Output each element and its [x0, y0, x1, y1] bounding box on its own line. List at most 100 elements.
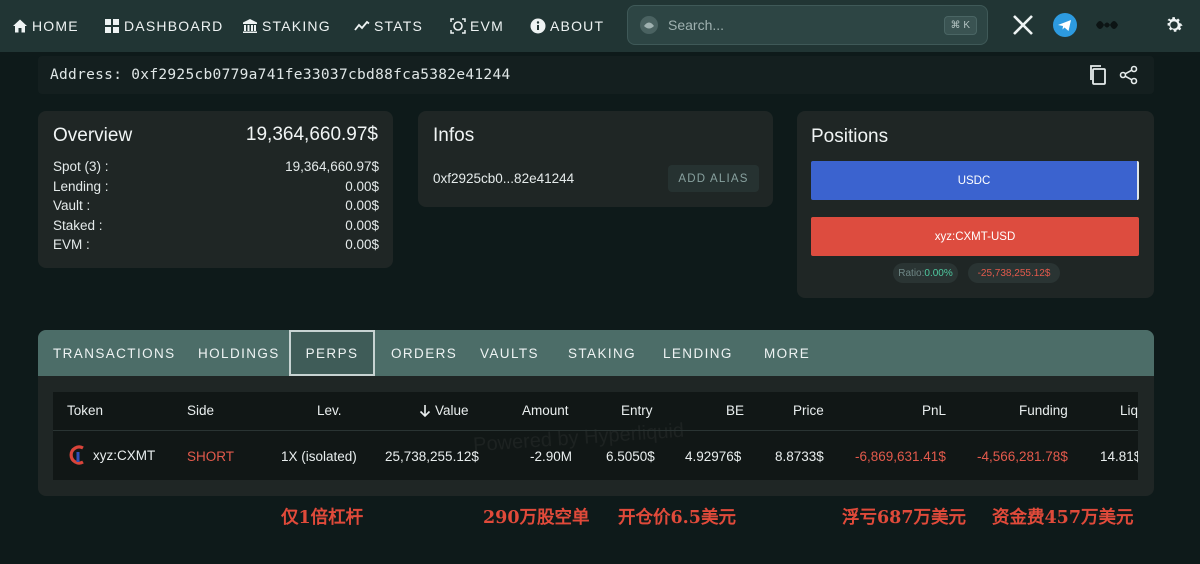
header-value[interactable]: Value — [419, 403, 469, 418]
annotation-leverage: 仅1倍杠杆 — [281, 508, 364, 528]
row-value: 0.00$ — [345, 237, 379, 253]
row-value: 0.00$ — [345, 198, 379, 214]
cell-value: 25,738,255.12$ — [385, 449, 479, 464]
add-alias-button[interactable]: ADD ALIAS — [668, 165, 759, 192]
tabs-panel: TRANSACTIONS HOLDINGS PERPS ORDERS VAULT… — [38, 330, 1154, 496]
tab-lending[interactable]: LENDING — [663, 330, 733, 376]
address-bar: Address: 0xf2925cb0779a741fe33037cbd88fc… — [38, 56, 1154, 94]
overview-row-spot: Spot (3) : 19,364,660.97$ — [53, 157, 379, 177]
cell-be: 4.92976$ — [685, 449, 742, 464]
overview-row-staked: Staked : 0.00$ — [53, 216, 379, 236]
share-icon[interactable] — [1119, 65, 1139, 90]
nav-stats[interactable]: STATS — [354, 0, 423, 52]
tab-orders[interactable]: ORDERS — [391, 330, 457, 376]
row-value: 0.00$ — [345, 217, 379, 233]
cell-lev: 1X (isolated) — [281, 449, 357, 464]
header-funding[interactable]: Funding — [1019, 403, 1068, 418]
copy-icon[interactable] — [1088, 64, 1108, 91]
header-value-label: Value — [435, 403, 469, 418]
overview-total: 19,364,660.97$ — [245, 124, 378, 145]
tabs-bar: TRANSACTIONS HOLDINGS PERPS ORDERS VAULT… — [38, 330, 1154, 376]
home-icon — [13, 19, 27, 33]
row-label: Staked : — [53, 217, 103, 233]
row-label: EVM : — [53, 237, 90, 253]
search-input[interactable]: Search... — [668, 17, 944, 33]
overview-card: Overview 19,364,660.97$ Spot (3) : 19,364… — [38, 111, 393, 268]
header-token[interactable]: Token — [67, 403, 103, 418]
nav-about[interactable]: ABOUT — [530, 0, 604, 52]
x-icon[interactable] — [1009, 11, 1037, 39]
overview-row-vault: Vault : 0.00$ — [53, 196, 379, 216]
token-name: xyz:CXMT — [93, 447, 156, 463]
bank-icon — [243, 19, 257, 33]
overview-rows: Spot (3) :19,364,660.97$ Lending :0.00$ … — [53, 157, 379, 255]
header-price[interactable]: Price — [793, 403, 824, 418]
infos-short-address: 0xf2925cb0...82e41244 — [433, 171, 575, 186]
ratio-label: Ratio: — [898, 267, 925, 279]
nav-about-label: ABOUT — [550, 18, 605, 34]
hyperliquid-icon[interactable] — [1093, 11, 1121, 39]
dashboard-icon — [105, 19, 119, 33]
header-amount[interactable]: Amount — [522, 403, 569, 418]
position-bar-cxmt[interactable]: xyz:CXMT-USD — [811, 217, 1139, 256]
nav-home[interactable]: HOME — [12, 0, 79, 52]
nav-evm-label: EVM — [470, 18, 504, 34]
cell-side: SHORT — [187, 449, 235, 464]
row-divider — [53, 430, 1138, 431]
infos-title: Infos — [433, 125, 475, 146]
tab-holdings[interactable]: HOLDINGS — [198, 330, 280, 376]
cell-entry: 6.5050$ — [606, 449, 655, 464]
search-shortcut: ⌘ K — [943, 15, 977, 35]
header-lev[interactable]: Lev. — [317, 403, 342, 418]
header-be[interactable]: BE — [726, 403, 744, 418]
nav-evm[interactable]: EVM — [450, 0, 504, 52]
info-icon — [530, 18, 546, 34]
header-side[interactable]: Side — [187, 403, 214, 418]
search-box[interactable]: Search... ⌘ K — [627, 5, 988, 45]
row-label: Spot (3) : — [53, 159, 109, 175]
header-liq[interactable]: Liq — [1120, 403, 1138, 418]
row-label: Vault : — [53, 198, 91, 214]
cell-token[interactable]: xyz:CXMT — [67, 445, 155, 465]
position-bar-usdc[interactable]: USDC — [811, 161, 1139, 200]
overview-title: Overview — [53, 125, 133, 146]
cxmt-token-icon — [69, 445, 84, 465]
overview-row-evm: EVM : 0.00$ — [53, 235, 379, 255]
nav-dashboard[interactable]: DASHBOARD — [104, 0, 223, 52]
position-label-cxmt: xyz:CXMT-USD — [934, 230, 1016, 243]
telegram-icon[interactable] — [1051, 11, 1079, 39]
top-nav: HOME DASHBOARD STAKING STATS EVM ABOUT S… — [0, 0, 1200, 52]
header-entry[interactable]: Entry — [621, 403, 653, 418]
cell-amount: -2.90M — [530, 449, 573, 464]
header-pnl[interactable]: PnL — [922, 403, 946, 418]
infos-card: Infos 0xf2925cb0...82e41244 — [418, 111, 773, 207]
annotation-short-size: 290万股空单 — [483, 508, 590, 528]
nav-home-label: HOME — [32, 18, 79, 34]
tab-perps[interactable]: PERPS — [289, 330, 375, 376]
nav-staking[interactable]: STAKING — [242, 0, 331, 52]
annotation-funding: 资金费457万美元 — [992, 508, 1134, 528]
cell-funding: -4,566,281.78$ — [977, 449, 1068, 464]
chart-line-icon — [354, 20, 370, 31]
cell-pnl: -6,869,631.41$ — [855, 449, 946, 464]
annotation-pnl: 浮亏687万美元 — [842, 508, 967, 528]
tab-vaults[interactable]: VAULTS — [480, 330, 539, 376]
nav-stats-label: STATS — [374, 18, 424, 34]
tab-more[interactable]: MORE — [764, 330, 810, 376]
hyperliquid-logo-icon — [640, 16, 658, 34]
annotation-entry-price: 开仓价6.5美元 — [618, 508, 736, 528]
position-label-usdc: USDC — [957, 174, 991, 187]
net-value-pill: -25,738,255.12$ — [968, 263, 1060, 283]
positions-title: Positions — [811, 126, 889, 147]
ratio-value: 0.00% — [924, 267, 953, 279]
nav-dashboard-label: DASHBOARD — [124, 18, 224, 34]
row-label: Lending : — [53, 178, 109, 194]
perps-table: Powered by Hyperliquid Token Side Lev. V… — [53, 392, 1138, 480]
gear-icon[interactable] — [1160, 11, 1188, 39]
tab-transactions[interactable]: TRANSACTIONS — [53, 330, 176, 376]
tab-staking[interactable]: STAKING — [568, 330, 636, 376]
address-text: Address: 0xf2925cb0779a741fe33037cbd88fc… — [50, 67, 511, 83]
row-value: 0.00$ — [345, 178, 379, 194]
ratio-pill: Ratio: 0.00% — [893, 263, 958, 283]
overview-row-lending: Lending : 0.00$ — [53, 177, 379, 197]
